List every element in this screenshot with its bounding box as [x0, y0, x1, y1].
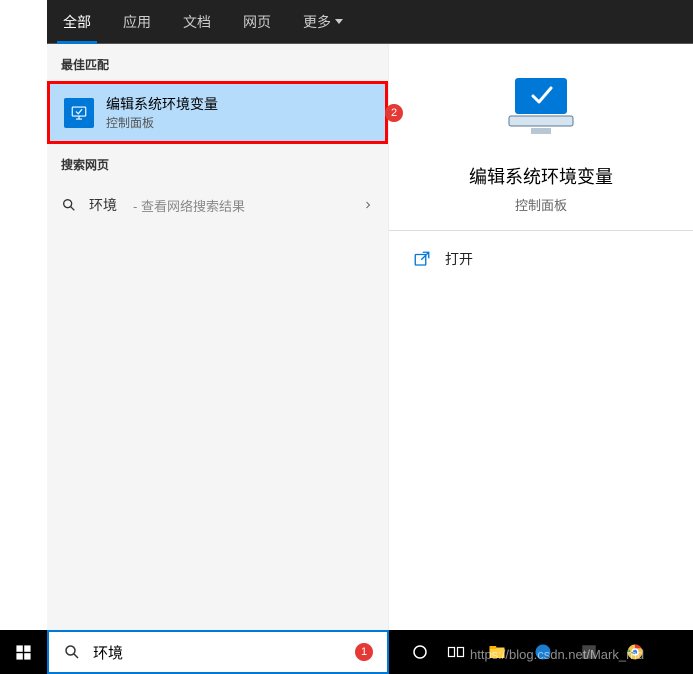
tab-label: 网页	[243, 12, 271, 32]
tab-label: 文档	[183, 12, 211, 32]
tab-label: 更多	[303, 12, 331, 32]
results-pane: 最佳匹配 编辑系统环境变量 控制面板 2 搜索网页 环境 - 查看网络搜索结果	[47, 44, 389, 630]
tab-more[interactable]: 更多	[287, 0, 359, 44]
control-panel-icon	[64, 98, 94, 128]
open-action[interactable]: 打开	[389, 239, 693, 279]
result-subtitle: 控制面板	[106, 114, 218, 131]
result-title: 编辑系统环境变量	[106, 94, 218, 114]
section-best-match: 最佳匹配	[47, 44, 388, 81]
search-icon	[61, 197, 77, 213]
preview-icon	[501, 76, 581, 145]
open-icon	[413, 250, 431, 268]
start-button[interactable]	[0, 630, 47, 674]
preview-title: 编辑系统环境变量	[405, 163, 677, 189]
search-tabs-bar: 全部 应用 文档 网页 更多	[0, 0, 693, 44]
annotation-badge-1: 1	[355, 643, 373, 661]
taskbar: 1 https://blog.csdn.net/Mark_md	[0, 630, 693, 674]
tab-web[interactable]: 网页	[227, 0, 287, 44]
taskbar-app-edge[interactable]	[529, 638, 557, 666]
web-suffix: - 查看网络搜索结果	[133, 196, 245, 215]
web-search-result[interactable]: 环境 - 查看网络搜索结果	[47, 181, 388, 229]
preview-subtitle: 控制面板	[405, 195, 677, 214]
best-match-result[interactable]: 编辑系统环境变量 控制面板 2	[47, 81, 388, 144]
tab-all[interactable]: 全部	[47, 0, 107, 44]
windows-icon	[15, 644, 32, 661]
taskbar-app-unknown[interactable]	[575, 638, 603, 666]
chevron-right-icon	[362, 199, 374, 211]
taskbar-app-explorer[interactable]	[483, 638, 511, 666]
cortana-icon[interactable]	[411, 643, 429, 661]
web-term: 环境	[89, 195, 117, 215]
task-view-icon[interactable]	[447, 643, 465, 661]
open-label: 打开	[445, 249, 473, 269]
search-input[interactable]	[93, 644, 343, 661]
tab-label: 应用	[123, 12, 151, 32]
tab-apps[interactable]: 应用	[107, 0, 167, 44]
taskbar-search[interactable]: 1	[47, 630, 389, 674]
taskbar-app-chrome[interactable]	[621, 638, 649, 666]
search-icon	[63, 643, 81, 661]
section-web-search: 搜索网页	[47, 144, 388, 181]
chevron-down-icon	[335, 19, 343, 24]
tab-label: 全部	[63, 12, 91, 32]
tab-docs[interactable]: 文档	[167, 0, 227, 44]
preview-pane: 编辑系统环境变量 控制面板 打开	[389, 44, 693, 630]
annotation-badge-2: 2	[385, 104, 403, 122]
